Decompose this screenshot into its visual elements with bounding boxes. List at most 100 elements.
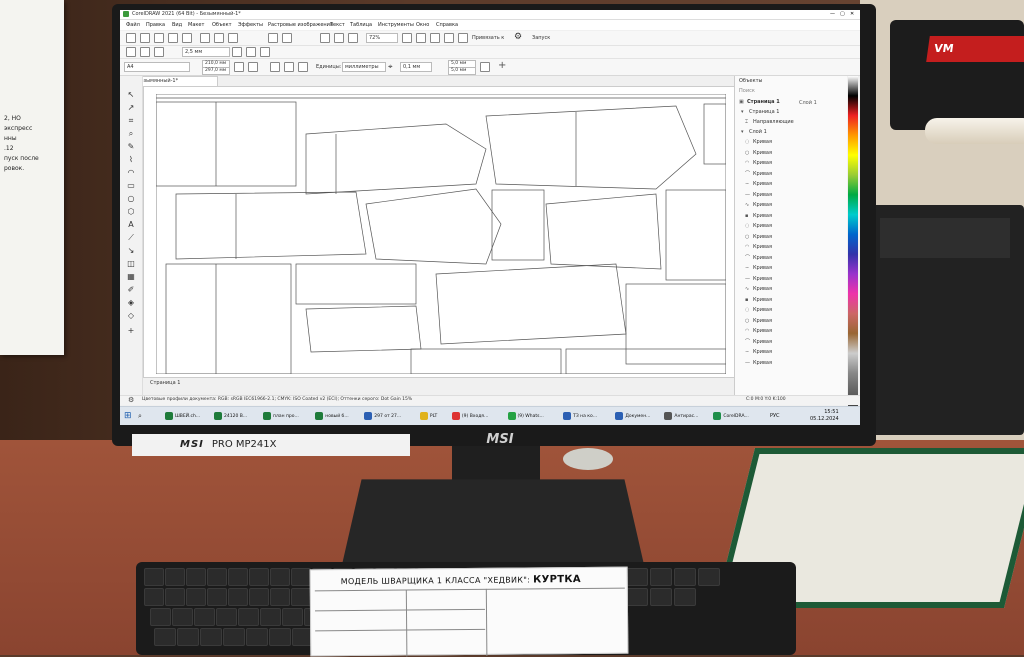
curve-item[interactable]: — Кривая (745, 191, 772, 199)
smart-fill-icon[interactable]: ⌇ (126, 155, 136, 165)
keyboard-key[interactable] (698, 568, 720, 586)
menu-help[interactable]: Справка (436, 22, 458, 28)
align-icon[interactable] (126, 47, 136, 57)
curve-item[interactable]: ◌ Кривая (745, 222, 772, 230)
curve-item[interactable]: ∿ Кривая (745, 201, 772, 209)
page-frame-icon[interactable] (480, 62, 490, 72)
language-indicator[interactable]: РУС (770, 413, 780, 419)
keyboard-key[interactable] (626, 568, 648, 586)
menu-bitmaps[interactable]: Растровые изображения (268, 22, 333, 28)
keyboard-key[interactable] (228, 568, 248, 586)
layer-row[interactable]: ▾ Страница 1 (741, 108, 779, 116)
curve-item[interactable]: ⌒ Кривая (745, 254, 772, 262)
portrait-icon[interactable] (234, 62, 244, 72)
pdf-icon[interactable] (348, 33, 358, 43)
menu-text[interactable]: Текст (330, 22, 345, 28)
options-gear-icon[interactable]: ⚙ (514, 32, 522, 42)
clock[interactable]: 15:51 05.12.2024 (810, 409, 839, 423)
menu-file[interactable]: Файл (126, 22, 140, 28)
keyboard-key[interactable] (165, 568, 185, 586)
all-pages-icon[interactable] (270, 62, 280, 72)
keyboard-key[interactable] (165, 588, 185, 606)
crop-tool-icon[interactable]: ⌗ (126, 116, 136, 126)
cut-icon[interactable] (200, 33, 210, 43)
keyboard-key[interactable] (246, 628, 268, 646)
windows-start-icon[interactable]: ⊞ (124, 411, 132, 421)
units-select[interactable]: миллиметры (342, 62, 386, 72)
menu-window[interactable]: Окно (416, 22, 429, 28)
curve-item[interactable]: ◠ Кривая (745, 243, 772, 251)
keyboard-key[interactable] (260, 608, 281, 626)
curve-item[interactable]: ○ Кривая (745, 233, 772, 241)
eyedropper-tool-icon[interactable]: ✐ (126, 285, 136, 295)
keyboard-key[interactable] (650, 568, 672, 586)
interactive-fill-icon[interactable]: ◈ (126, 298, 136, 308)
order-icon[interactable] (154, 47, 164, 57)
menu-tools[interactable]: Инструменты (378, 22, 414, 28)
guides-icon[interactable] (444, 33, 454, 43)
add-tool-icon[interactable]: + (126, 326, 136, 336)
new-document-icon[interactable] (126, 33, 136, 43)
add-icon[interactable]: + (498, 60, 506, 71)
rulers-icon[interactable] (416, 33, 426, 43)
maximize-icon[interactable]: ▢ (840, 11, 845, 17)
transparency-tool-icon[interactable]: ▦ (126, 272, 136, 282)
freehand-tool-icon[interactable]: ✎ (126, 142, 136, 152)
curve-item[interactable]: ∿ Кривая (745, 285, 772, 293)
keyboard-key[interactable] (291, 588, 311, 606)
curve-item[interactable]: ⌒ Кривая (745, 170, 772, 178)
menu-effects[interactable]: Эффекты (238, 22, 263, 28)
arrow-start-icon[interactable] (246, 47, 256, 57)
parallel-dimension-icon[interactable]: ⟋ (126, 233, 136, 243)
keyboard-key[interactable] (626, 588, 648, 606)
duplicate-y-field[interactable]: 5,0 мм (448, 67, 476, 75)
taskbar-app-button[interactable]: PLT (419, 410, 437, 423)
keyboard-key[interactable] (291, 568, 311, 586)
line-style-icon[interactable] (232, 47, 242, 57)
grid-icon[interactable] (430, 33, 440, 43)
nudge-field[interactable]: 0,1 мм (400, 62, 432, 72)
undo-icon[interactable] (268, 33, 278, 43)
curve-item[interactable]: ○ Кривая (745, 149, 772, 157)
ellipse-tool-icon[interactable]: ○ (126, 194, 136, 204)
menu-object[interactable]: Объект (212, 22, 232, 28)
zoom-field[interactable]: 72% (366, 33, 398, 43)
outline-width-field[interactable]: 2,5 мм (182, 47, 230, 57)
layer-tab[interactable]: Слой 1 (799, 100, 817, 106)
keyboard-key[interactable] (207, 568, 227, 586)
curve-item[interactable]: — Кривая (745, 275, 772, 283)
menu-edit[interactable]: Правка (146, 22, 165, 28)
text-tool-icon[interactable]: A (126, 220, 136, 230)
settings-gear-icon[interactable]: ⚙ (128, 396, 134, 404)
taskbar-app-button[interactable]: ШВЕЙ.сh... (164, 410, 200, 423)
curve-item[interactable]: ▪ Кривая (745, 212, 772, 220)
keyboard-key[interactable] (249, 568, 269, 586)
export-icon[interactable] (334, 33, 344, 43)
taskbar-app-button[interactable]: новый б... (314, 410, 349, 423)
rectangle-tool-icon[interactable]: ▭ (126, 181, 136, 191)
save-icon[interactable] (154, 33, 164, 43)
keyboard-key[interactable] (269, 628, 291, 646)
keyboard-key[interactable] (186, 588, 206, 606)
shadow-tool-icon[interactable]: ◫ (126, 259, 136, 269)
keyboard-key[interactable] (172, 608, 193, 626)
layer1-row[interactable]: ▾ Слой 1 (741, 128, 767, 136)
open-icon[interactable] (140, 33, 150, 43)
keyboard-key[interactable] (674, 568, 696, 586)
keyboard-key[interactable] (154, 628, 176, 646)
taskbar-app-button[interactable]: 297 от 27... (363, 410, 401, 423)
taskbar-app-button[interactable]: Антирас... (663, 410, 698, 423)
shape-tool-icon[interactable]: ↗ (126, 103, 136, 113)
close-icon[interactable]: ✕ (850, 11, 854, 17)
taskbar-app-button[interactable]: CorelDRA... (712, 410, 749, 423)
keyboard-key[interactable] (216, 608, 237, 626)
menu-view[interactable]: Вид (172, 22, 182, 28)
keyboard-key[interactable] (228, 588, 248, 606)
keyboard-key[interactable] (249, 588, 269, 606)
keyboard-key[interactable] (674, 588, 696, 606)
keyboard-key[interactable] (144, 588, 164, 606)
pick-tool-icon[interactable]: ↖ (126, 90, 136, 100)
minimize-icon[interactable]: — (830, 11, 835, 17)
print-icon[interactable] (182, 33, 192, 43)
guides-row[interactable]: ⌶ Направляющие (745, 118, 794, 126)
